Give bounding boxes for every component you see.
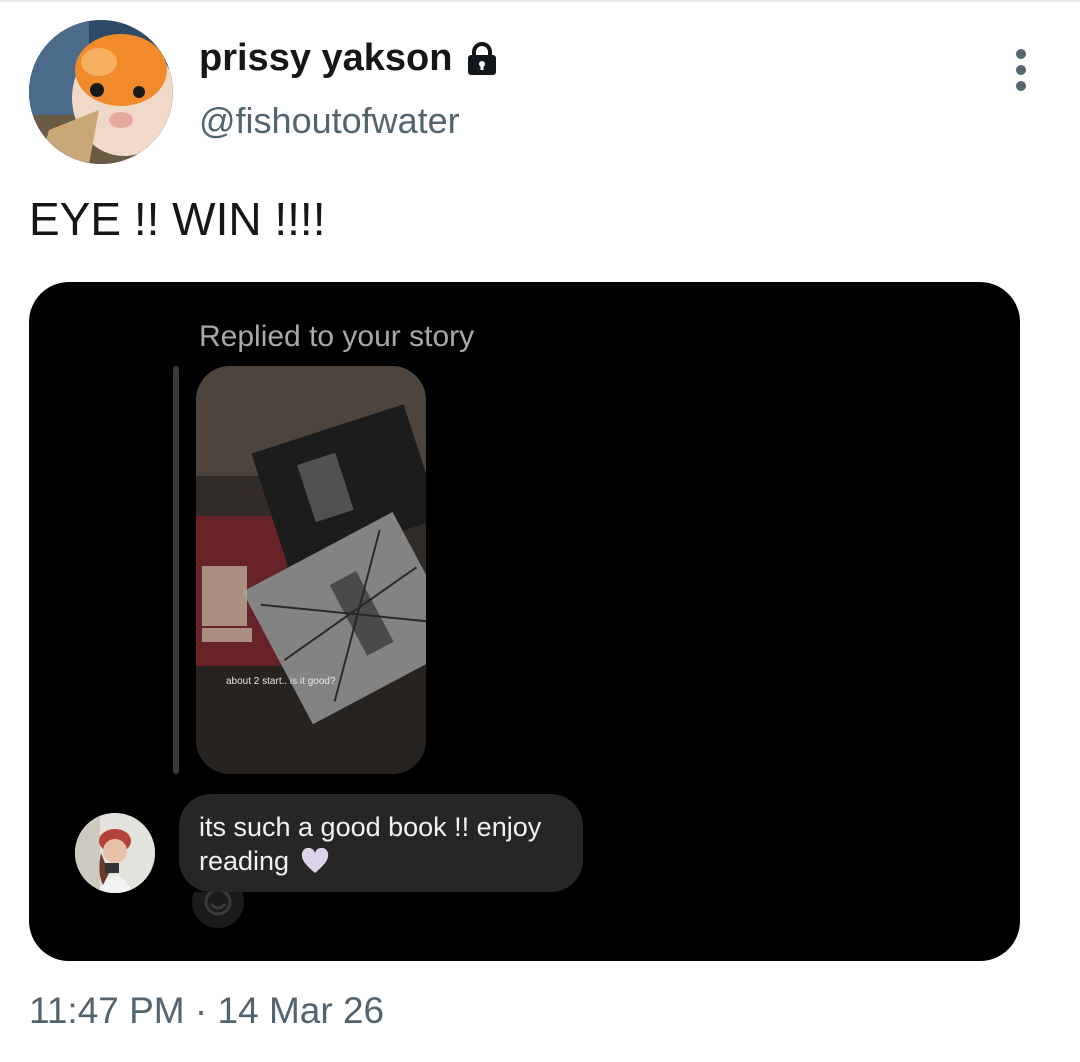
lock-icon [464,41,500,77]
sender-avatar[interactable] [75,813,155,893]
avatar-image [29,20,173,164]
purple-heart-icon [301,847,329,874]
message-text-content: its such a good book !! enjoy reading [199,812,542,876]
profile-avatar[interactable] [29,20,173,164]
top-divider [0,0,1080,2]
more-vertical-icon[interactable] [1008,48,1034,92]
tweet-text: EYE !! WIN !!!! [29,193,326,245]
emoji-reaction-icon[interactable] [187,892,249,932]
story-image [196,366,426,774]
display-name[interactable]: prissy yakson [199,37,500,80]
message-bubble[interactable]: its such a good book !! enjoy reading [179,794,583,892]
user-handle[interactable]: @fishoutofwater [199,100,460,142]
tweet-timestamp[interactable]: 11:47 PM · 14 Mar 26 [29,990,384,1032]
sender-avatar-image [75,813,155,893]
story-thumbnail[interactable]: about 2 start.. is it good? [196,366,426,774]
media-attachment[interactable]: Replied to your story about 2 start.. is… [29,282,1020,961]
reply-indicator-line [173,366,179,774]
story-caption: about 2 start.. is it good? [226,676,336,687]
replied-to-story-label: Replied to your story [199,320,475,353]
tweet-page: prissy yakson @fishoutofwater EYE !! WIN… [0,0,1080,1062]
display-name-text: prissy yakson [199,37,453,79]
message-text: its such a good book !! enjoy reading [199,810,579,878]
